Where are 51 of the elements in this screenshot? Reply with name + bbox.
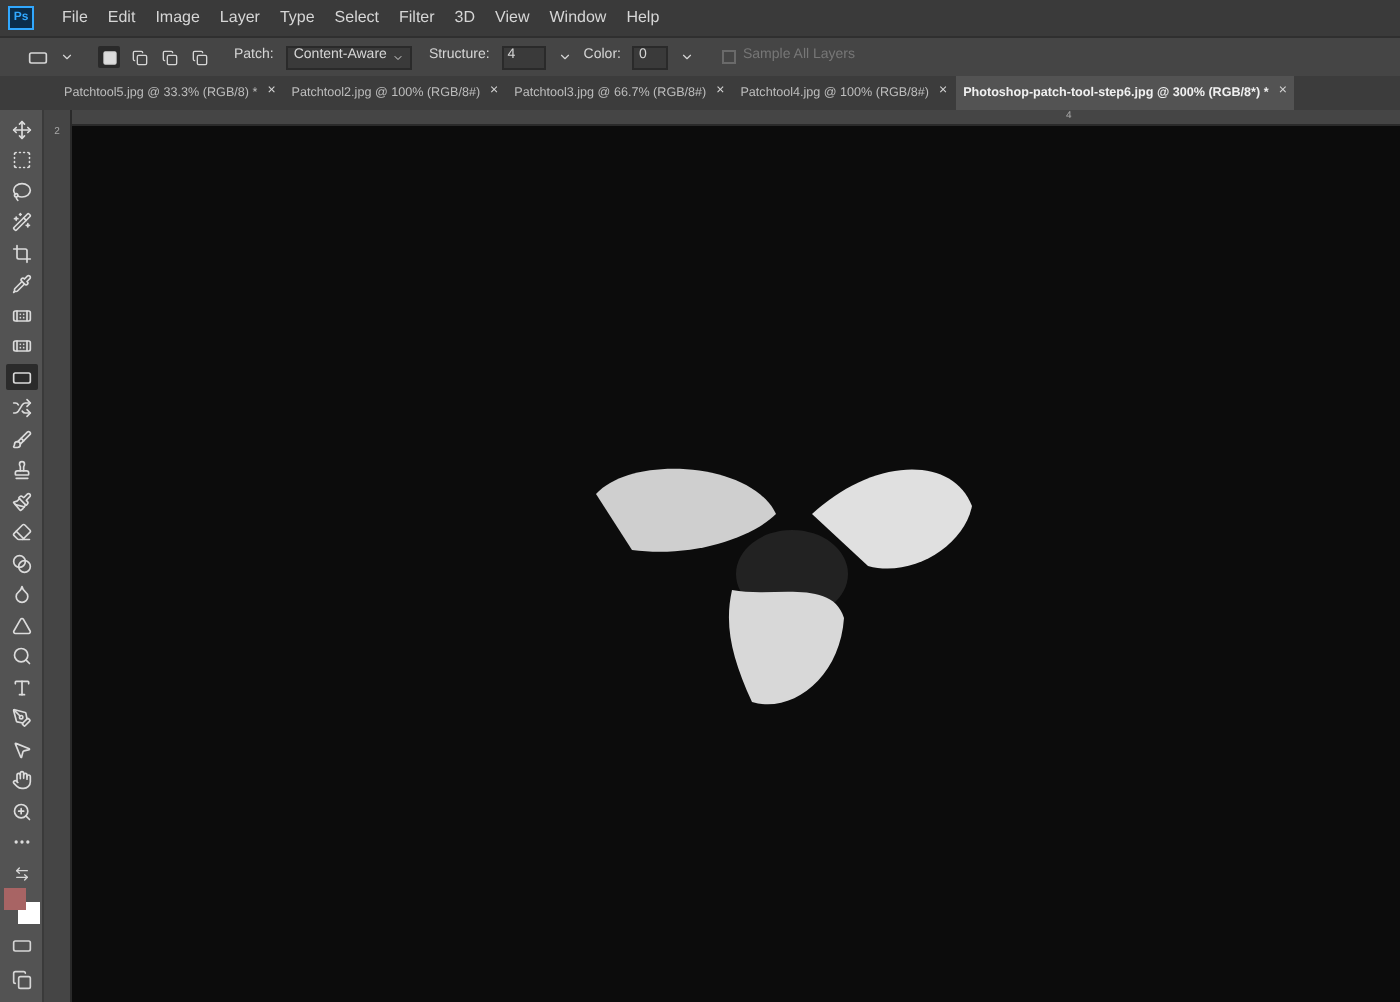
caret-icon[interactable] [60, 50, 74, 64]
brush-icon [11, 429, 31, 449]
menu-item[interactable]: Image [155, 6, 200, 30]
type-icon [11, 677, 31, 697]
selection-mode-button[interactable] [98, 46, 120, 68]
cross-arrows-icon [11, 398, 31, 418]
menu-item[interactable]: File [62, 6, 88, 30]
tool-button[interactable] [5, 364, 37, 390]
dashed-square-icon [11, 150, 31, 170]
pointer-icon [11, 739, 31, 759]
menu-item[interactable]: Select [334, 6, 380, 30]
bandage-icon [11, 336, 31, 356]
eraser-icon [11, 522, 31, 542]
magnifier-icon [11, 646, 31, 666]
menu-item[interactable]: Help [626, 6, 660, 30]
caret-icon[interactable] [557, 50, 572, 64]
stacked-squares-icon [131, 49, 147, 65]
menu-item[interactable]: 3D [454, 6, 476, 30]
brush-icon [11, 491, 31, 511]
caret-icon[interactable] [680, 50, 695, 64]
droplet-icon [11, 584, 31, 604]
crop-icon [11, 243, 31, 263]
move-icon [11, 119, 31, 139]
pen-icon [11, 708, 31, 728]
menu-item[interactable]: Layer [219, 6, 260, 30]
menu-item[interactable]: View [495, 6, 530, 30]
rounded-square-icon [11, 367, 31, 387]
wand-icon [11, 212, 31, 232]
eyedropper-icon [11, 274, 31, 294]
subtract-squares-icon [161, 49, 177, 65]
intersect-squares-icon [191, 49, 207, 65]
selection-mode-button[interactable] [188, 46, 210, 68]
menu-item[interactable]: Edit [107, 6, 136, 30]
stamp-icon [11, 460, 31, 480]
triangle-icon [11, 615, 31, 635]
bandage-icon [11, 305, 31, 325]
lasso-icon [11, 181, 31, 201]
selection-mode-button[interactable] [128, 46, 150, 68]
patch-tool-icon[interactable] [28, 47, 48, 67]
hand-icon [11, 770, 31, 790]
menu-item[interactable]: Type [279, 6, 315, 30]
swap-colors-icon[interactable] [13, 866, 29, 882]
selection-mode-button[interactable] [158, 46, 180, 68]
square-icon [101, 49, 117, 65]
quick-mask-icon[interactable] [11, 936, 31, 956]
menu-item[interactable]: Filter [399, 6, 435, 30]
zoom-icon [11, 801, 31, 821]
caret-icon [392, 51, 405, 63]
screen-mode-icon[interactable] [11, 969, 31, 989]
menu-item[interactable]: Window [549, 6, 607, 30]
foreground-color-swatch[interactable] [3, 887, 25, 909]
